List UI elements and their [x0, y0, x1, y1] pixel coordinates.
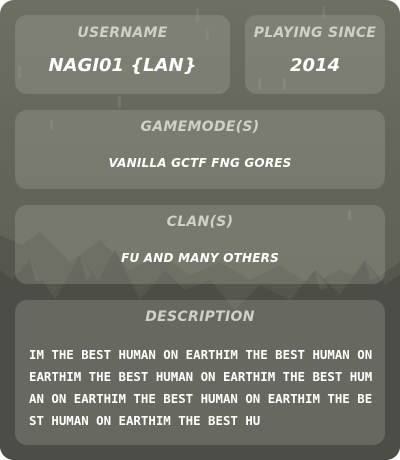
clans-label: CLAN(S) — [166, 214, 234, 230]
playing-since-value: 2014 — [289, 55, 341, 76]
gamemodes-value: VANILLA GCTF FNG GORES — [108, 156, 292, 170]
gamemodes-label: GAMEMODE(S) — [140, 119, 260, 135]
description-text: IM THE BEST HUMAN ON EARTHIM THE BEST HU… — [29, 347, 373, 428]
description-label: DESCRIPTION — [145, 309, 255, 325]
gamemodes-panel: GAMEMODE(S) VANILLA GCTF FNG GORES — [15, 110, 385, 189]
profile-card: USERNAME NAGI01 {LAN} PLAYING SINCE 2014… — [0, 0, 400, 460]
playing-since-panel: PLAYING SINCE 2014 — [245, 15, 385, 94]
username-value: NAGI01 {LAN} — [48, 55, 197, 76]
username-panel: USERNAME NAGI01 {LAN} — [15, 15, 230, 94]
clans-panel: CLAN(S) FU AND MANY OTHERS — [15, 205, 385, 284]
username-label: USERNAME — [77, 25, 168, 41]
playing-since-label: PLAYING SINCE — [253, 25, 377, 41]
description-panel: DESCRIPTION IM THE BEST HUMAN ON EARTHIM… — [15, 300, 385, 445]
clans-value: FU AND MANY OTHERS — [121, 251, 279, 265]
